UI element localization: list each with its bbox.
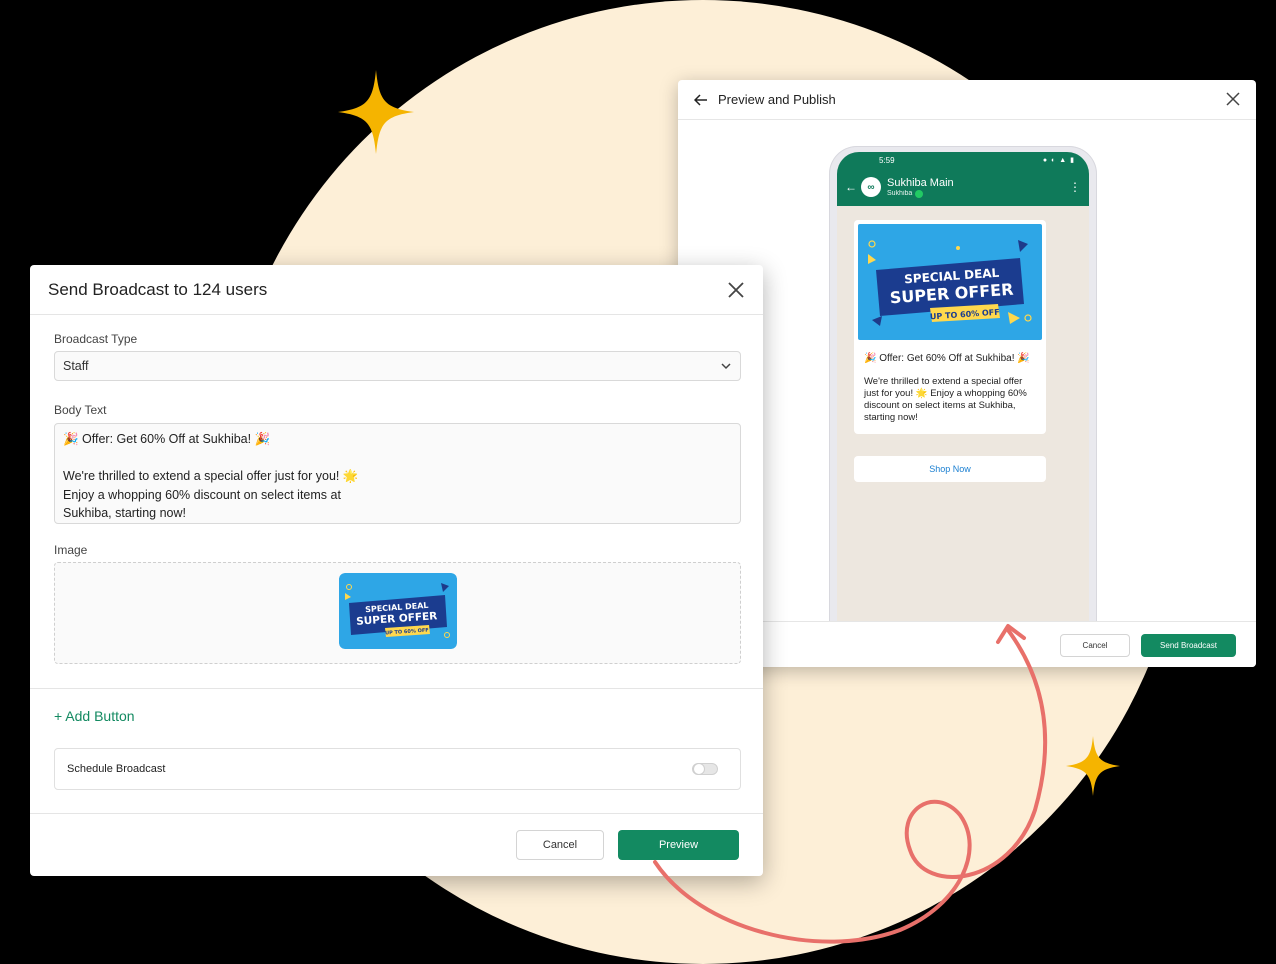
message-title: 🎉 Offer: Get 60% Off at Sukhiba! 🎉: [864, 353, 1030, 364]
broadcast-type-value: Staff: [63, 359, 89, 373]
body-text-input[interactable]: 🎉 Offer: Get 60% Off at Sukhiba! 🎉 We're…: [54, 423, 741, 524]
body-text-label: Body Text: [54, 403, 107, 417]
body-line: We're thrilled to extend a special offer…: [63, 469, 359, 483]
body-line: Sukhiba, starting now!: [63, 506, 186, 520]
toggle-knob: [693, 763, 705, 775]
close-icon[interactable]: [727, 281, 745, 299]
send-broadcast-button[interactable]: Send Broadcast: [1141, 634, 1236, 657]
divider: [30, 813, 763, 814]
status-bar: 5:59 ● ◐ ▲ ▮: [837, 152, 1089, 168]
preview-footer: Cancel Send Broadcast: [678, 621, 1256, 667]
sparkle-icon: [1066, 736, 1120, 796]
modal-header: Send Broadcast to 124 users: [30, 265, 763, 315]
offer-banner-image: SPECIAL DEAL SUPER OFFER UP TO 60% OFF: [858, 224, 1042, 340]
modal-title: Send Broadcast to 124 users: [48, 279, 268, 299]
sparkle-icon: [338, 70, 414, 154]
preview-button[interactable]: Preview: [618, 830, 739, 860]
back-arrow-icon[interactable]: ←: [845, 180, 857, 194]
chat-sub-label: Sukhiba: [887, 190, 913, 197]
status-time: 5:59: [879, 155, 895, 165]
preview-cancel-button[interactable]: Cancel: [1060, 634, 1130, 657]
image-dropzone[interactable]: SPECIAL DEAL SUPER OFFER UP TO 60% OFF: [54, 562, 741, 664]
chevron-down-icon: [720, 360, 732, 372]
more-vert-icon[interactable]: ⋮: [1069, 180, 1081, 194]
image-label: Image: [54, 543, 88, 557]
chat-subtitle: Sukhiba: [887, 189, 954, 198]
send-broadcast-modal: Send Broadcast to 124 users Broadcast Ty…: [30, 265, 763, 876]
verified-icon: [915, 189, 924, 198]
phone-screen: 5:59 ● ◐ ▲ ▮ ← ∞ Sukhiba Main Sukhiba ⋮: [837, 152, 1089, 624]
phone-mockup: 5:59 ● ◐ ▲ ▮ ← ∞ Sukhiba Main Sukhiba ⋮: [829, 146, 1097, 624]
body-line: Enjoy a whopping 60% discount on select …: [63, 487, 341, 502]
chat-name: Sukhiba Main: [887, 176, 954, 189]
close-icon[interactable]: [1226, 92, 1242, 108]
shop-now-button[interactable]: Shop Now: [854, 456, 1046, 482]
cancel-button[interactable]: Cancel: [516, 830, 604, 860]
image-thumbnail: SPECIAL DEAL SUPER OFFER UP TO 60% OFF: [339, 573, 457, 649]
schedule-label: Schedule Broadcast: [67, 763, 166, 775]
avatar: ∞: [861, 177, 881, 197]
add-button-link[interactable]: + Add Button: [54, 708, 135, 724]
schedule-toggle[interactable]: [692, 763, 718, 775]
preview-title: Preview and Publish: [718, 92, 836, 107]
divider: [30, 688, 763, 689]
schedule-broadcast-row: Schedule Broadcast: [54, 748, 741, 790]
body-line: [63, 449, 732, 468]
message-body: We're thrilled to extend a special offer…: [864, 376, 1027, 423]
back-arrow-icon[interactable]: [694, 92, 710, 108]
body-line: 🎉 Offer: Get 60% Off at Sukhiba! 🎉: [63, 432, 271, 446]
message-card: SPECIAL DEAL SUPER OFFER UP TO 60% OFF 🎉…: [854, 220, 1046, 434]
preview-header: Preview and Publish: [678, 80, 1256, 120]
whatsapp-header: 5:59 ● ◐ ▲ ▮ ← ∞ Sukhiba Main Sukhiba ⋮: [837, 152, 1089, 206]
broadcast-type-label: Broadcast Type: [54, 332, 138, 346]
preview-publish-panel: Preview and Publish 5:59 ● ◐ ▲ ▮ ← ∞ Suk…: [678, 80, 1256, 667]
broadcast-type-select[interactable]: Staff: [54, 351, 741, 381]
chat-bar: ← ∞ Sukhiba Main Sukhiba ⋮: [837, 168, 1089, 206]
status-icons: ● ◐ ▲ ▮: [1042, 157, 1075, 164]
